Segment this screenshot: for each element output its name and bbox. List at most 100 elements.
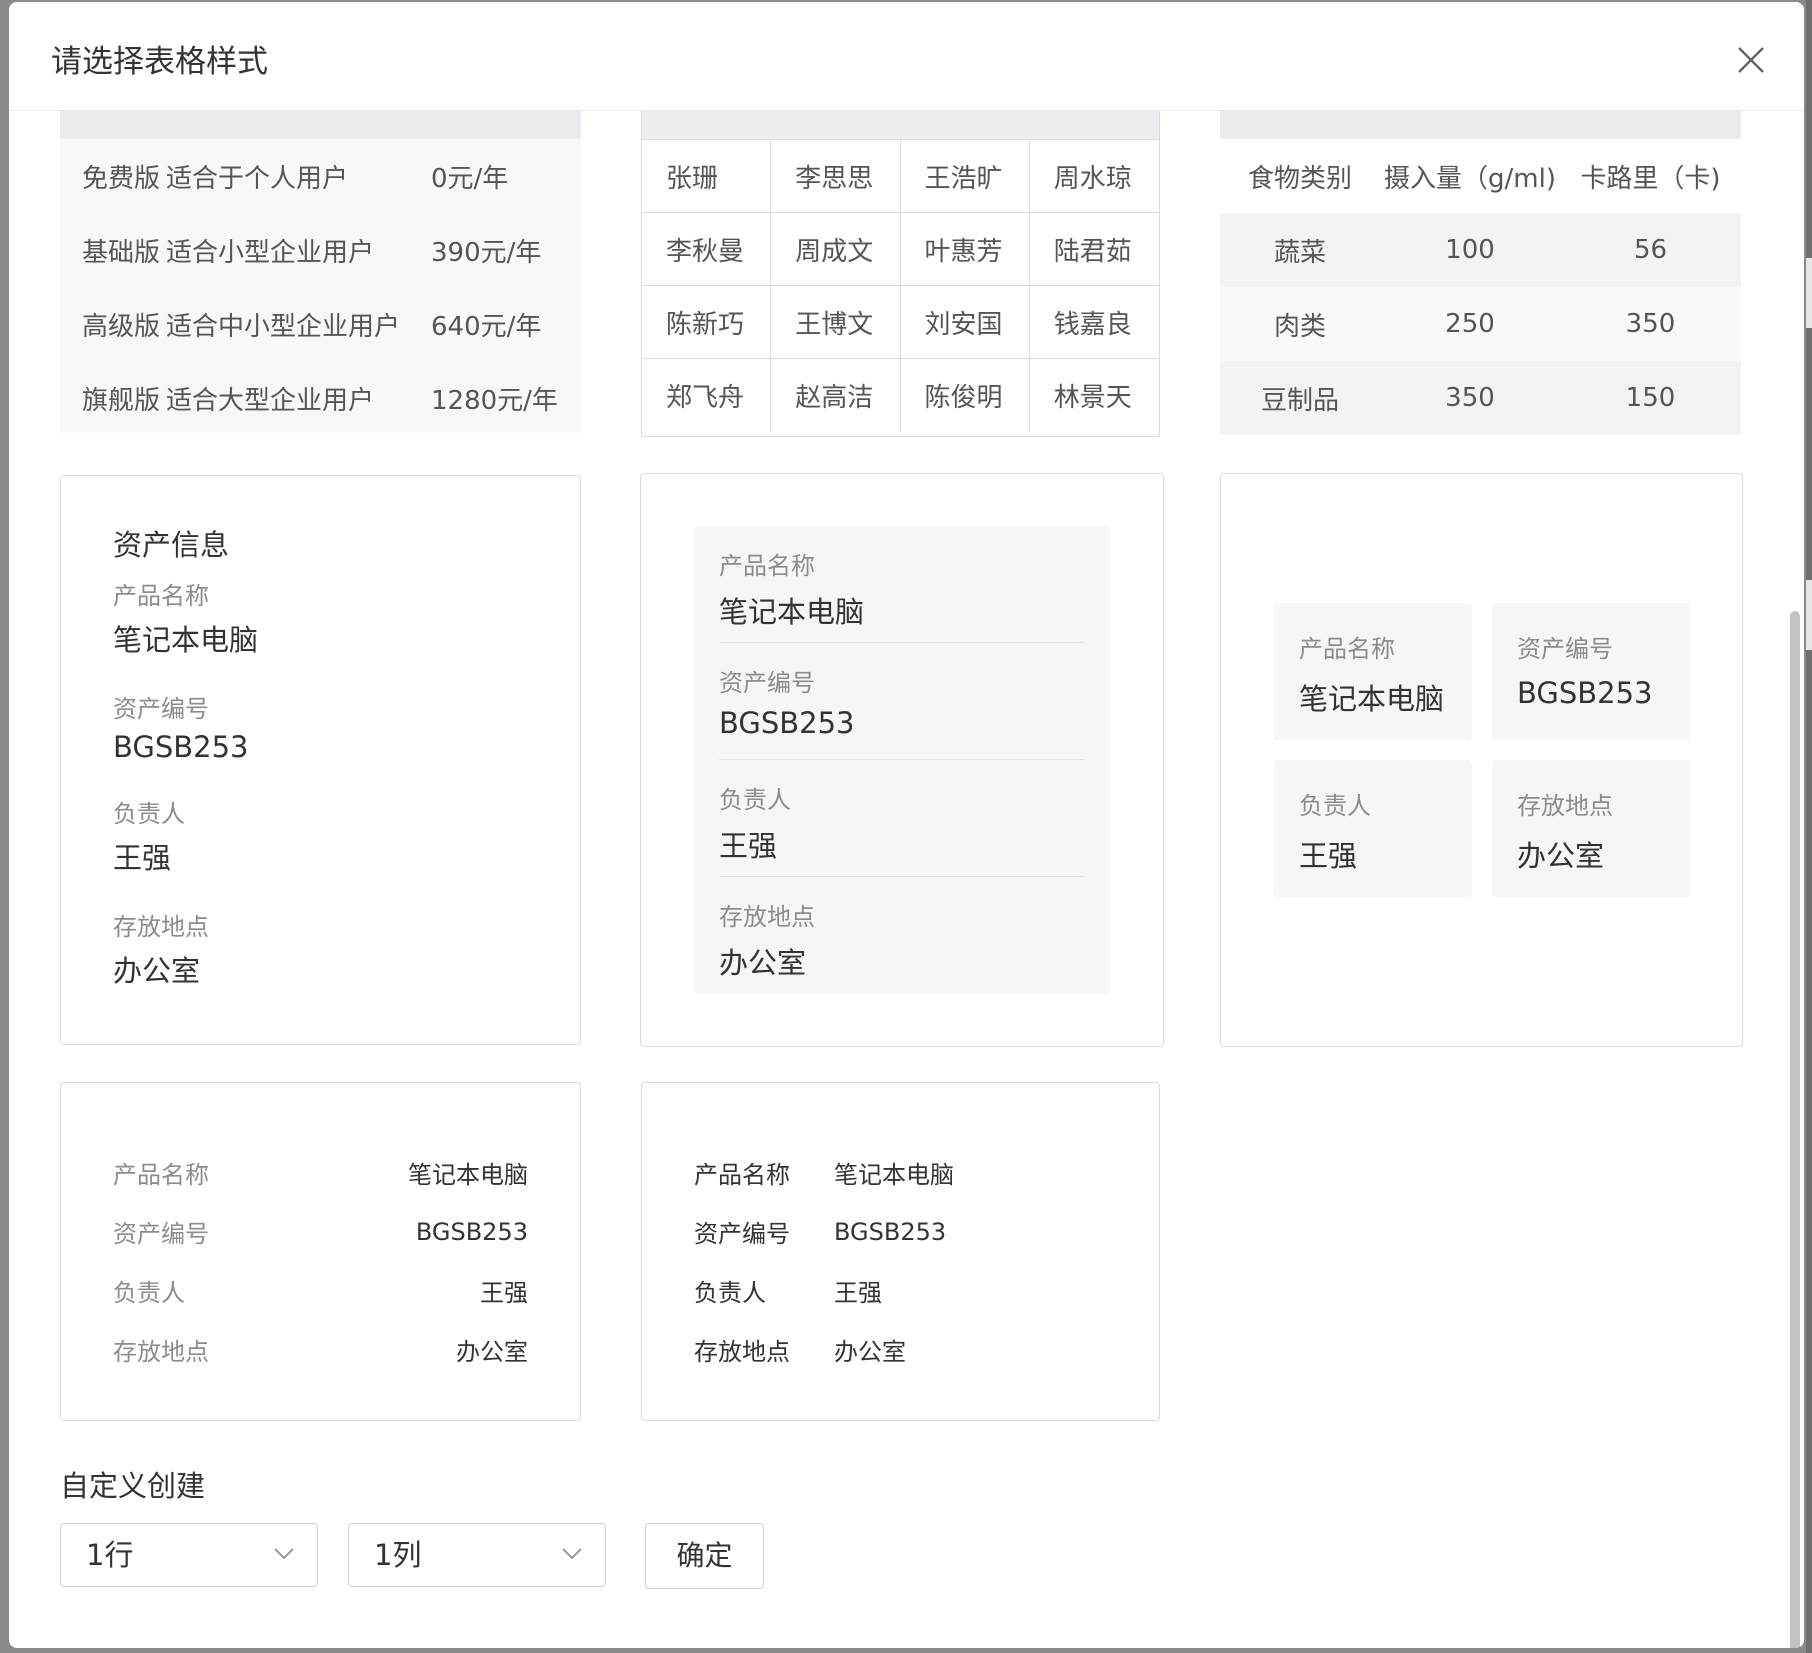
backdrop-mark [1806, 580, 1812, 650]
cell: 肉类 [1273, 311, 1326, 342]
field-item: 存放地点 办公室 [113, 907, 580, 990]
table-header-bar [1220, 111, 1741, 139]
grid-cell: 李秋曼 [642, 213, 772, 286]
grid-cell: 陈俊明 [901, 359, 1030, 432]
field-value: BGSB253 [113, 730, 249, 764]
table-row: 免费版 适合于个人用户 0元/年 [60, 139, 581, 213]
cols-select-value: 1列 [374, 1538, 422, 1572]
grid-cell: 张珊 [642, 140, 772, 213]
kv-row: 存放地点 办公室 [113, 1320, 528, 1379]
field-item: 产品名称 笔记本电脑 [719, 526, 1085, 643]
close-icon[interactable] [1731, 40, 1771, 80]
divided-list: 产品名称 笔记本电脑 资产编号 BGSB253 负责人 王强 存放地点 办公室 [694, 526, 1110, 994]
backdrop [1806, 0, 1812, 1653]
cell: 免费版 [82, 163, 161, 194]
table-row: 高级版 适合中小型企业用户 640元/年 [60, 287, 581, 361]
table-style-striped[interactable]: 食物类别 摄入量（g/ml) 卡路里（卡) 蔬菜 100 56 肉类 250 3… [1220, 111, 1741, 435]
table-style-grid[interactable]: 张珊 李思思 王浩旷 周水琼 李秋曼 周成文 叶惠芳 陆君茹 陈新巧 王博文 刘… [641, 111, 1160, 437]
field-label: 资产编号 [1517, 635, 1613, 663]
grid-cell: 周成文 [771, 213, 901, 286]
field-label: 资产编号 [694, 1220, 790, 1248]
cell: 250 [1445, 309, 1495, 339]
cols-select[interactable]: 1列 [348, 1523, 606, 1587]
field-box: 负责人 王强 [1274, 760, 1472, 897]
field-value: 办公室 [1517, 839, 1605, 873]
cell: 基础版 [82, 237, 161, 268]
cell: 390元/年 [431, 237, 542, 268]
field-label: 产品名称 [113, 1161, 209, 1189]
field-label: 负责人 [1299, 792, 1371, 820]
field-label: 存放地点 [719, 903, 815, 931]
grid-cell: 赵高洁 [771, 359, 901, 432]
field-item: 资产编号 BGSB253 [113, 689, 580, 764]
backdrop-mark [1806, 258, 1812, 328]
field-box: 资产编号 BGSB253 [1492, 603, 1690, 740]
rows-select[interactable]: 1行 [60, 1523, 318, 1587]
table-header [642, 111, 1159, 140]
grid-cell: 王浩旷 [900, 140, 1030, 213]
cell: 350 [1445, 383, 1495, 413]
card-style-inline[interactable]: 产品名称 笔记本电脑 资产编号 BGSB253 负责人 王强 存放地点 办公室 [641, 1082, 1160, 1421]
field-label: 存放地点 [1517, 792, 1613, 820]
chevron-down-icon [274, 1548, 294, 1560]
grid-cell: 陈新巧 [642, 286, 772, 359]
field-value: 办公室 [113, 954, 201, 988]
cell: 适合小型企业用户 [166, 237, 375, 268]
table-row: 蔬菜 100 56 [1220, 213, 1741, 287]
dialog-header: 请选择表格样式 [9, 2, 1804, 111]
field-label: 负责人 [113, 1279, 185, 1307]
dialog-body: 免费版 适合于个人用户 0元/年 基础版 适合小型企业用户 390元/年 高级版… [9, 111, 1804, 1648]
field-label: 负责人 [719, 786, 791, 814]
card-style-grid-boxes[interactable]: 产品名称 笔记本电脑 资产编号 BGSB253 负责人 王强 存放地点 办公室 [1220, 473, 1743, 1047]
cell: 1280元/年 [431, 385, 558, 416]
section-title: 资产信息 [113, 528, 230, 562]
header-cell: 食物类别 [1247, 163, 1352, 194]
cell: 适合大型企业用户 [166, 385, 375, 416]
field-value: BGSB253 [415, 1217, 528, 1246]
table-style-pricing[interactable]: 免费版 适合于个人用户 0元/年 基础版 适合小型企业用户 390元/年 高级版… [60, 111, 581, 433]
grid-cell: 叶惠芳 [900, 213, 1030, 286]
field-label: 产品名称 [694, 1161, 790, 1189]
field-label: 产品名称 [1299, 635, 1395, 663]
field-label: 资产编号 [719, 669, 815, 697]
kv-row: 资产编号 BGSB253 [694, 1202, 1107, 1261]
table-row: 基础版 适合小型企业用户 390元/年 [60, 213, 581, 287]
custom-create-title: 自定义创建 [60, 1469, 206, 1503]
field-label: 存放地点 [694, 1338, 790, 1366]
scrollbar-thumb[interactable] [1790, 611, 1800, 1648]
field-value: 办公室 [834, 1338, 906, 1366]
field-label: 负责人 [113, 800, 185, 828]
grid-cell: 周水琼 [1029, 140, 1159, 213]
field-value: 王强 [1299, 839, 1358, 873]
field-value: BGSB253 [719, 706, 855, 740]
table-style-dialog: 请选择表格样式 免费版 适合于个人用户 0元/年 基础版 适合小型企业用户 39… [9, 2, 1804, 1648]
confirm-button[interactable]: 确定 [645, 1523, 764, 1589]
card-style-stacked[interactable]: 资产信息 产品名称 笔记本电脑 资产编号 BGSB253 负责人 王强 存放地点… [60, 475, 581, 1045]
cell: 640元/年 [431, 311, 542, 342]
kv-row: 产品名称 笔记本电脑 [694, 1143, 1107, 1202]
cell: 豆制品 [1260, 385, 1339, 416]
grid-cell: 郑飞舟 [642, 359, 772, 432]
grid-cell: 刘安国 [900, 286, 1030, 359]
card-style-divided[interactable]: 产品名称 笔记本电脑 资产编号 BGSB253 负责人 王强 存放地点 办公室 [640, 473, 1164, 1047]
field-value: 笔记本电脑 [834, 1161, 954, 1189]
grid-cell: 林景天 [1053, 383, 1132, 413]
field-label: 存放地点 [113, 1338, 209, 1366]
field-value: 笔记本电脑 [113, 623, 259, 657]
cell: 蔬菜 [1273, 237, 1326, 268]
field-label: 负责人 [694, 1279, 766, 1307]
table-row: 肉类 250 350 [1220, 287, 1741, 361]
cell: 旗舰版 [82, 385, 161, 416]
grid-cell: 王博文 [771, 286, 901, 359]
kv-row: 产品名称 笔记本电脑 [113, 1143, 528, 1202]
grid-body: 张珊 李思思 王浩旷 周水琼 李秋曼 周成文 叶惠芳 陆君茹 陈新巧 王博文 刘… [642, 140, 1159, 432]
field-value: 办公室 [719, 946, 807, 980]
cell: 适合中小型企业用户 [166, 311, 401, 342]
chevron-down-icon [562, 1548, 582, 1560]
card-style-justified[interactable]: 产品名称 笔记本电脑 资产编号 BGSB253 负责人 王强 存放地点 办公室 [60, 1082, 581, 1421]
field-item: 存放地点 办公室 [719, 877, 1085, 994]
cell: 0元/年 [431, 163, 509, 194]
header-cell: 卡路里（卡) [1580, 163, 1721, 194]
field-value: 笔记本电脑 [408, 1161, 528, 1189]
field-label: 产品名称 [719, 552, 815, 580]
